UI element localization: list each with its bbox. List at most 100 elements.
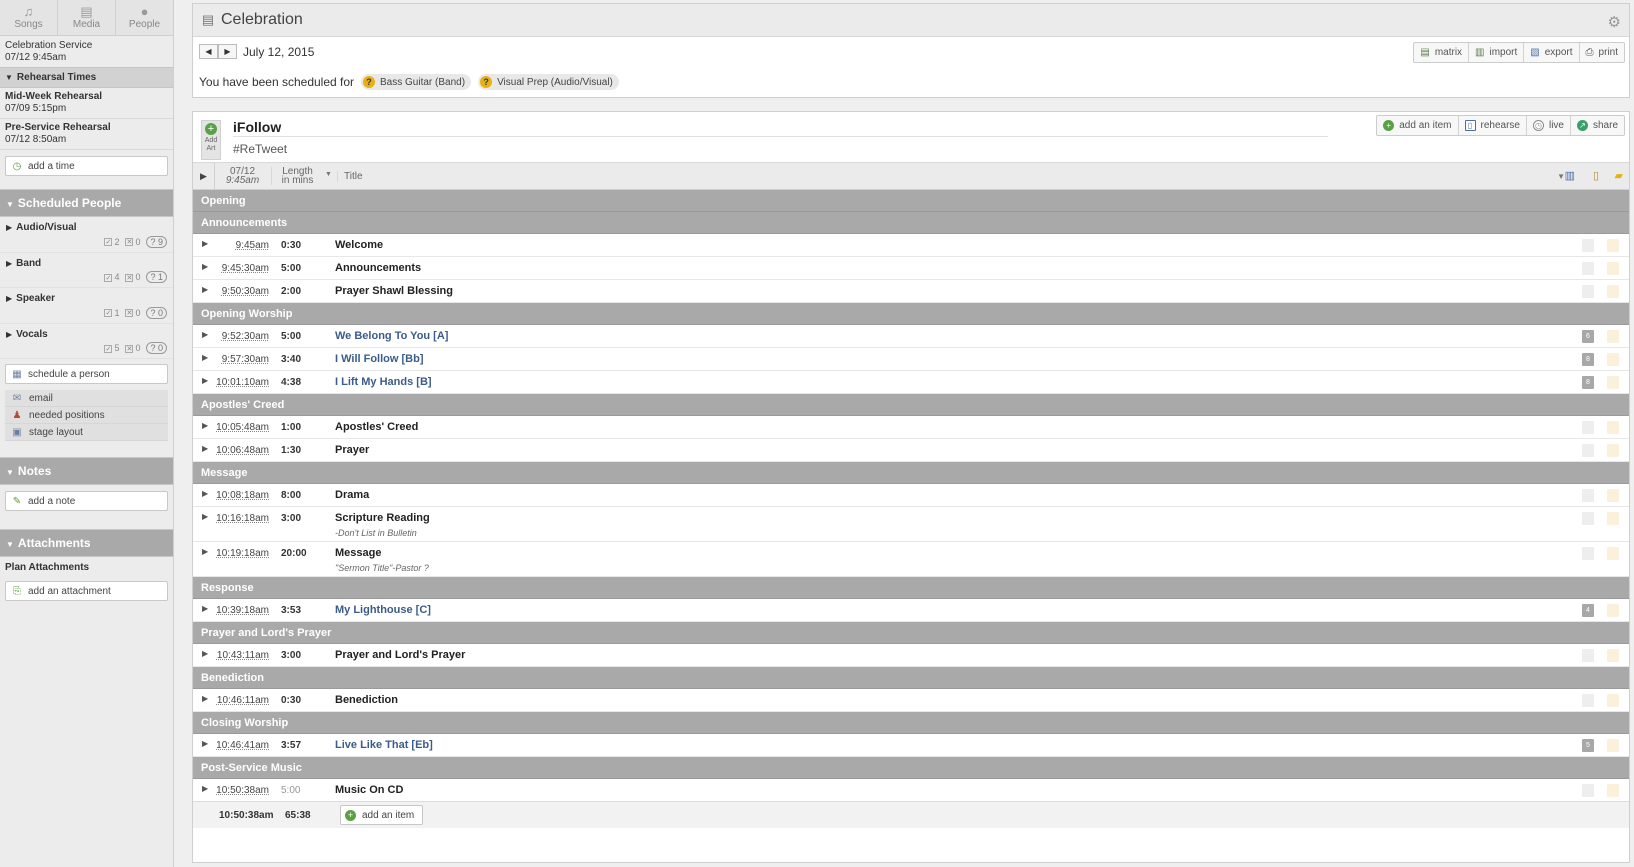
item-notes-badge[interactable] — [1607, 239, 1619, 252]
item-length[interactable]: 5:00 — [281, 785, 300, 796]
expand-item-icon[interactable]: ▶ — [202, 376, 208, 385]
item-notes-badge[interactable] — [1607, 547, 1619, 560]
item-time[interactable]: 9:57:30am — [215, 354, 269, 365]
section-header[interactable]: Announcements — [193, 212, 1629, 234]
item-time[interactable]: 9:50:30am — [215, 286, 269, 297]
item-notes-badge[interactable] — [1607, 353, 1619, 366]
item-length[interactable]: 20:00 — [281, 548, 307, 559]
item-time[interactable]: 10:16:18am — [215, 513, 269, 524]
plan-item-row[interactable]: ▶ 10:43:11am 3:00 Prayer and Lord's Prayer — [193, 644, 1629, 667]
item-notes-badge[interactable] — [1607, 512, 1619, 525]
team-item[interactable]: ▶ Audio/Visual ✓ 2 ✕ 0 ? 9 — [0, 217, 173, 253]
attachments-heading[interactable]: ▼ Attachments — [0, 529, 173, 557]
attachments-count-badge[interactable] — [1582, 285, 1594, 298]
plan-item-row[interactable]: ▶ 9:45:30am 5:00 Announcements — [193, 257, 1629, 280]
expand-item-icon[interactable]: ▶ — [202, 353, 208, 362]
song-title-link[interactable]: My Lighthouse [C] — [335, 604, 431, 616]
item-time[interactable]: 10:43:11am — [215, 650, 269, 661]
expand-all-button[interactable]: ▶ — [193, 163, 215, 190]
item-notes-badge[interactable] — [1607, 262, 1619, 275]
plan-item-row[interactable]: ▶ 10:46:41am 3:57 Live Like That [Eb] 5 — [193, 734, 1629, 757]
item-notes-badge[interactable] — [1607, 285, 1619, 298]
columns-icon[interactable]: ▥ — [1565, 169, 1575, 182]
attachments-count-badge[interactable] — [1582, 262, 1594, 275]
expand-item-icon[interactable]: ▶ — [202, 285, 208, 294]
item-time[interactable]: 10:46:11am — [215, 695, 269, 706]
add-time-button[interactable]: ◷ add a time — [5, 156, 168, 176]
add-item-button[interactable]: + add an item — [1377, 116, 1459, 135]
plan-item-row[interactable]: ▶ 10:39:18am 3:53 My Lighthouse [C] 4 — [193, 599, 1629, 622]
rehearsal-item[interactable]: Pre-Service Rehearsal 07/12 8:50am — [0, 119, 173, 150]
item-notes-badge[interactable] — [1607, 649, 1619, 662]
expand-item-icon[interactable]: ▶ — [202, 547, 208, 556]
expand-item-icon[interactable]: ▶ — [202, 421, 208, 430]
item-length[interactable]: 3:40 — [281, 354, 301, 365]
item-time[interactable]: 10:19:18am — [215, 548, 269, 559]
item-length[interactable]: 3:57 — [281, 740, 301, 751]
expand-item-icon[interactable]: ▶ — [202, 604, 208, 613]
plan-item-row[interactable]: ▶ 10:50:38am 5:00 Music On CD — [193, 779, 1629, 802]
plan-item-row[interactable]: ▶ 9:52:30am 5:00 We Belong To You [A] 6 — [193, 325, 1629, 348]
plan-item-row[interactable]: ▶ 9:57:30am 3:40 I Will Follow [Bb] 8 — [193, 348, 1629, 371]
attachments-count-badge[interactable] — [1582, 649, 1594, 662]
section-header[interactable]: Prayer and Lord's Prayer — [193, 622, 1629, 644]
expand-item-icon[interactable]: ▶ — [202, 649, 208, 658]
item-notes-badge[interactable] — [1607, 489, 1619, 502]
plan-item-row[interactable]: ▶ 10:05:48am 1:00 Apostles' Creed — [193, 416, 1629, 439]
expand-item-icon[interactable]: ▶ — [202, 239, 208, 248]
attachments-count-badge[interactable]: 4 — [1582, 604, 1594, 617]
item-time[interactable]: 10:05:48am — [215, 422, 269, 433]
expand-item-icon[interactable]: ▶ — [202, 739, 208, 748]
plan-item-row[interactable]: ▶ 10:08:18am 8:00 Drama — [193, 484, 1629, 507]
item-time[interactable]: 9:52:30am — [215, 331, 269, 342]
matrix-button[interactable]: ▤ matrix — [1414, 43, 1470, 62]
item-time[interactable]: 9:45am — [215, 240, 269, 251]
rehearsal-times-heading[interactable]: ▼ Rehearsal Times — [0, 67, 173, 88]
item-time[interactable]: 10:50:38am — [215, 785, 269, 796]
item-length[interactable]: 5:00 — [281, 263, 301, 274]
plan-item-row[interactable]: ▶ 10:06:48am 1:30 Prayer — [193, 439, 1629, 462]
attachments-count-badge[interactable]: 5 — [1582, 739, 1594, 752]
next-date-button[interactable]: ▶ — [218, 44, 237, 59]
print-button[interactable]: ⎙ print — [1580, 43, 1624, 62]
share-button[interactable]: ↗ share — [1571, 116, 1624, 135]
team-item[interactable]: ▶ Speaker ✓ 1 ✕ 0? 0 — [0, 288, 173, 324]
item-length[interactable]: 3:00 — [281, 513, 301, 524]
song-title-link[interactable]: Live Like That [Eb] — [335, 739, 433, 751]
section-header[interactable]: Post-Service Music — [193, 757, 1629, 779]
attachments-count-badge[interactable] — [1582, 239, 1594, 252]
time-column-header[interactable]: 07/12 9:45am — [215, 167, 270, 186]
expand-item-icon[interactable]: ▶ — [202, 444, 208, 453]
section-header[interactable]: Opening — [193, 190, 1629, 212]
item-length[interactable]: 3:00 — [281, 650, 301, 661]
scheduled-people-heading[interactable]: ▼ Scheduled People — [0, 189, 173, 217]
nav-songs-button[interactable]: ♫ Songs — [0, 0, 58, 35]
footer-add-item-button[interactable]: + add an item — [340, 805, 424, 825]
needed-positions-link[interactable]: ♟ needed positions — [5, 407, 168, 424]
item-time[interactable]: 9:45:30am — [215, 263, 269, 274]
item-notes-badge[interactable] — [1607, 784, 1619, 797]
item-notes-badge[interactable] — [1607, 444, 1619, 457]
item-time[interactable]: 10:08:18am — [215, 490, 269, 501]
item-length[interactable]: 8:00 — [281, 490, 301, 501]
add-art-button[interactable]: + Add Art — [201, 120, 221, 160]
item-time[interactable]: 10:46:41am — [215, 740, 269, 751]
item-length[interactable]: 1:30 — [281, 445, 301, 456]
team-item[interactable]: ▶ Band ✓ 4 ✕ 0 ? 1 — [0, 253, 173, 288]
attachments-count-badge[interactable] — [1582, 547, 1594, 560]
attachments-count-badge[interactable]: 8 — [1582, 376, 1594, 389]
notes-column-icon[interactable]: ▯ — [1593, 169, 1599, 182]
column-dropdown-icon[interactable]: ▼ — [325, 171, 332, 178]
section-header[interactable]: Benediction — [193, 667, 1629, 689]
expand-item-icon[interactable]: ▶ — [202, 694, 208, 703]
item-notes-badge[interactable] — [1607, 421, 1619, 434]
export-button[interactable]: ▧ export — [1524, 43, 1580, 62]
song-title-link[interactable]: I Lift My Hands [B] — [335, 376, 432, 388]
expand-item-icon[interactable]: ▶ — [202, 512, 208, 521]
position-badge[interactable]: ? Bass Guitar (Band) — [361, 74, 472, 90]
item-notes-badge[interactable] — [1607, 330, 1619, 343]
import-button[interactable]: ▥ import — [1469, 43, 1525, 62]
expand-item-icon[interactable]: ▶ — [202, 330, 208, 339]
section-header[interactable]: Apostles' Creed — [193, 394, 1629, 416]
item-time[interactable]: 10:01:10am — [215, 377, 269, 388]
